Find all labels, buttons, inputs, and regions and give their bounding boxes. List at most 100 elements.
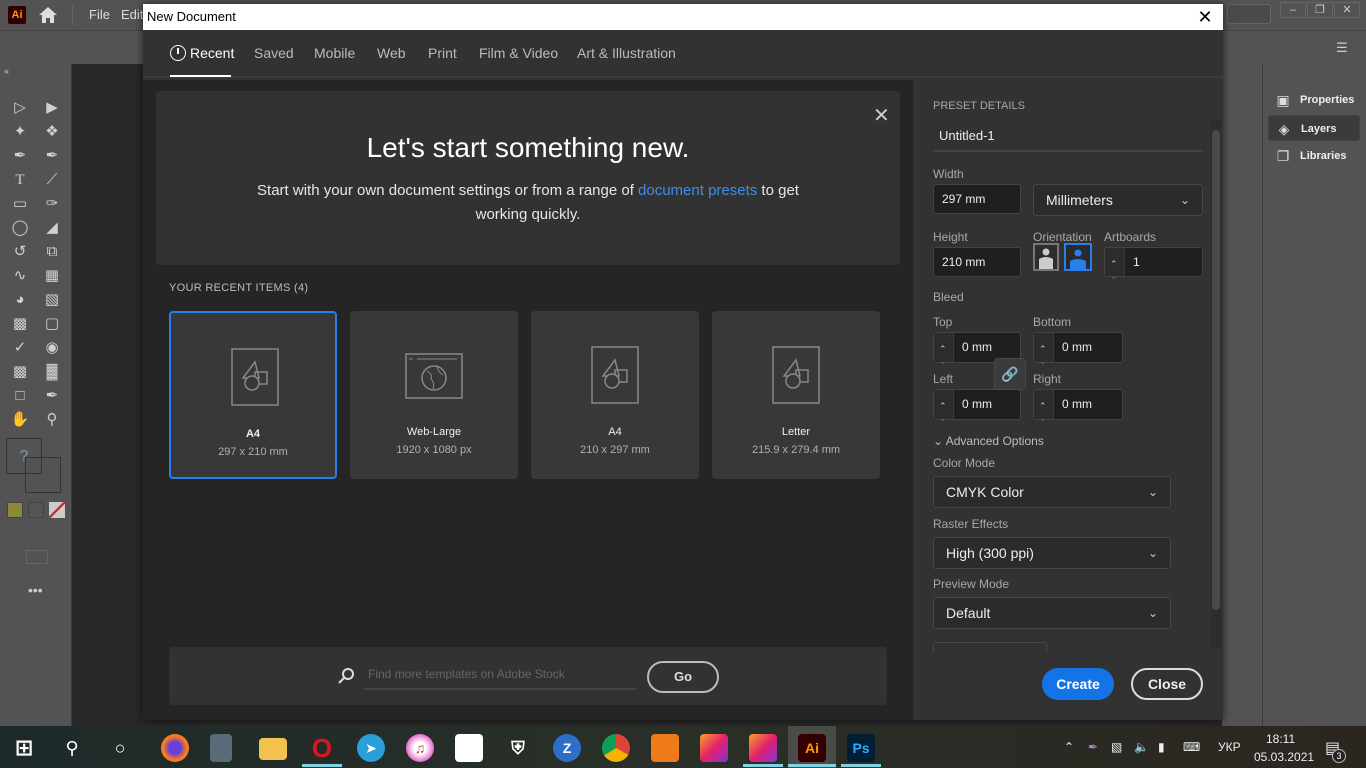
curvature-tool-icon[interactable]: ✒ [41, 145, 63, 167]
search-icon[interactable]: ⚲ [58, 734, 86, 762]
lasso-tool-icon[interactable]: ❖ [41, 121, 63, 143]
rectangle-tool-icon[interactable]: ▭ [9, 193, 31, 215]
bleed-right-stepper[interactable]: ⌃ ⌄ [1034, 390, 1054, 423]
restore-button[interactable]: ❐ [1307, 2, 1333, 18]
battery-icon[interactable]: ▮ [1158, 740, 1165, 754]
recent-item[interactable]: A4 210 x 297 mm [531, 311, 699, 479]
chevron-down-icon[interactable]: ⌄ [1110, 262, 1118, 290]
bleed-left-input[interactable]: ⌃ ⌄ 0 mm [933, 389, 1021, 423]
menu-edit[interactable]: Edit [121, 7, 143, 22]
feather-icon[interactable]: ✒ [1088, 740, 1098, 754]
bleed-left-stepper[interactable]: ⌃ ⌄ [934, 390, 954, 423]
create-button[interactable]: Create [1042, 668, 1114, 700]
warp-tool-icon[interactable]: ∿ [9, 265, 31, 287]
color-mode-button[interactable] [7, 502, 23, 518]
security-icon[interactable]: ⛨ [504, 734, 532, 762]
file-explorer-icon[interactable] [259, 738, 287, 760]
document-presets-link[interactable]: document presets [638, 182, 757, 199]
type-tool-icon[interactable]: T [9, 169, 31, 191]
show-hidden-icons[interactable]: ⌃ [1064, 740, 1074, 754]
bleed-bottom-stepper[interactable]: ⌃ ⌄ [1034, 333, 1054, 366]
height-input[interactable]: 210 mm [933, 247, 1021, 277]
artboards-stepper[interactable]: ⌃ ⌄ [1105, 248, 1125, 281]
dialog-close-icon[interactable]: ✕ [1195, 7, 1215, 27]
eyedropper-tool-icon[interactable]: ✓ [9, 337, 31, 359]
shaper-tool-icon[interactable]: ◯ [9, 217, 31, 239]
menu-file[interactable]: File [89, 7, 110, 22]
symbol-sprayer-tool-icon[interactable]: ▩ [9, 361, 31, 383]
chrome-icon[interactable] [602, 734, 630, 762]
selection-tool-icon[interactable]: ▷ [9, 97, 31, 119]
creative-cloud-icon[interactable] [700, 734, 728, 762]
minimize-button[interactable]: – [1280, 2, 1306, 18]
mesh-tool-icon[interactable]: ▩ [9, 313, 31, 335]
panel-layers[interactable]: ◈ Layers [1268, 115, 1360, 141]
color-mode-dropdown[interactable]: CMYK Color ⌄ [933, 476, 1171, 508]
bleed-right-input[interactable]: ⌃ ⌄ 0 mm [1033, 389, 1123, 423]
opera-icon[interactable]: O [308, 734, 336, 762]
width-input[interactable]: 297 mm [933, 184, 1021, 214]
portrait-button[interactable] [1033, 243, 1059, 271]
volume-icon[interactable]: 🔈 [1134, 740, 1149, 754]
app-close-button[interactable]: ✕ [1334, 2, 1360, 18]
bleed-top-stepper[interactable]: ⌃ ⌄ [934, 333, 954, 366]
calculator-icon[interactable] [210, 734, 232, 762]
network-icon[interactable]: ▧ [1111, 740, 1122, 754]
shape-builder-tool-icon[interactable]: ◕ [9, 289, 31, 311]
tab-art-illustration[interactable]: Art & Illustration [577, 45, 676, 61]
telegram-icon[interactable]: ➤ [357, 734, 385, 762]
app-search-box[interactable] [1227, 4, 1271, 24]
column-graph-tool-icon[interactable]: ▓ [41, 361, 63, 383]
zona-icon[interactable]: Z [553, 734, 581, 762]
gradient-tool-icon[interactable]: ▢ [41, 313, 63, 335]
scale-tool-icon[interactable]: ⧉ [41, 241, 63, 263]
link-bleed-icon[interactable]: 🔗 [994, 358, 1026, 390]
clock-time[interactable]: 18:11 [1266, 732, 1295, 746]
none-mode-button[interactable] [49, 502, 65, 518]
tab-print[interactable]: Print [428, 45, 457, 61]
preset-name-input[interactable]: Untitled-1 [933, 120, 1203, 152]
artboards-input[interactable]: ⌃ ⌄ 1 [1104, 247, 1203, 281]
preview-mode-dropdown[interactable]: Default ⌄ [933, 597, 1171, 629]
tab-film-video[interactable]: Film & Video [479, 45, 558, 61]
clock-date[interactable]: 05.03.2021 [1254, 750, 1314, 764]
paintbrush-tool-icon[interactable]: ✑ [41, 193, 63, 215]
close-button[interactable]: Close [1131, 668, 1203, 700]
zoom-tool-icon[interactable]: ⚲ [41, 409, 63, 431]
tab-recent[interactable]: Recent [170, 45, 234, 61]
landscape-button[interactable] [1064, 243, 1092, 271]
banner-close-icon[interactable]: ✕ [873, 103, 890, 128]
home-icon[interactable] [38, 6, 58, 24]
go-button[interactable]: Go [647, 661, 719, 693]
eraser-tool-icon[interactable]: ◢ [41, 217, 63, 239]
list-menu-icon[interactable]: ☰ [1336, 40, 1348, 56]
more-templates-button[interactable] [933, 642, 1047, 652]
gradient-mode-button[interactable] [28, 502, 44, 518]
cortana-icon[interactable]: ○ [106, 734, 134, 762]
hand-tool-icon[interactable]: ✋ [9, 409, 31, 431]
creative-cloud-icon[interactable] [749, 734, 777, 762]
slice-tool-icon[interactable]: ✒ [41, 385, 63, 407]
keyboard-icon[interactable]: ⌨ [1183, 740, 1200, 754]
firefox-icon[interactable] [161, 734, 189, 762]
direct-selection-tool-icon[interactable]: ▶ [41, 97, 63, 119]
perspective-grid-tool-icon[interactable]: ▧ [41, 289, 63, 311]
advanced-options-toggle[interactable]: ⌄ Advanced Options [933, 434, 1044, 448]
scrollbar-thumb[interactable] [1212, 130, 1220, 610]
line-tool-icon[interactable]: ⟋ [41, 169, 63, 191]
pen-tool-icon[interactable]: ✒ [9, 145, 31, 167]
tab-web[interactable]: Web [377, 45, 406, 61]
recent-item[interactable]: Web-Large 1920 x 1080 px [350, 311, 518, 479]
magic-wand-tool-icon[interactable]: ✦ [9, 121, 31, 143]
stroke-swatch[interactable] [25, 457, 61, 493]
panel-libraries[interactable]: ❐ Libraries [1268, 143, 1360, 169]
panel-properties[interactable]: ▣ Properties [1268, 87, 1360, 113]
camera-app-icon[interactable] [651, 734, 679, 762]
rotate-tool-icon[interactable]: ↺ [9, 241, 31, 263]
artboard-tool-icon[interactable]: □ [9, 385, 31, 407]
tab-mobile[interactable]: Mobile [314, 45, 355, 61]
recent-item[interactable]: Letter 215.9 x 279.4 mm [712, 311, 880, 479]
start-button[interactable]: ⊞ [10, 734, 38, 762]
language-indicator[interactable]: УКР [1218, 740, 1241, 754]
tab-saved[interactable]: Saved [254, 45, 294, 61]
